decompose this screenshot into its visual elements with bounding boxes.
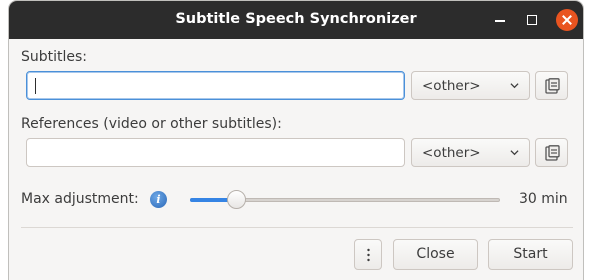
text-caret	[35, 78, 36, 94]
close-button[interactable]: Close	[393, 239, 478, 270]
references-browse-button[interactable]	[535, 138, 568, 167]
max-adjustment-label: Max adjustment:	[21, 191, 139, 207]
references-label: References (video or other subtitles):	[21, 116, 282, 132]
subtitles-format-value: <other>	[422, 78, 481, 94]
references-file-input[interactable]	[26, 138, 405, 167]
maximize-icon[interactable]	[521, 9, 543, 31]
start-button[interactable]: Start	[488, 239, 573, 270]
chevron-down-icon	[510, 83, 519, 89]
slider-handle[interactable]	[227, 190, 246, 209]
more-options-button[interactable]	[354, 239, 382, 270]
close-icon[interactable]	[556, 9, 578, 31]
subtitles-label: Subtitles:	[21, 49, 88, 65]
vertical-dots-icon	[367, 248, 370, 262]
footer-separator	[21, 227, 573, 228]
title-bar: Subtitle Speech Synchronizer	[9, 1, 583, 39]
minimize-icon[interactable]	[489, 9, 511, 31]
info-icon[interactable]: i	[150, 191, 167, 208]
max-adjustment-value: 30 min	[519, 191, 568, 207]
subtitles-file-input[interactable]	[26, 71, 405, 100]
file-browse-icon	[545, 78, 560, 94]
subtitles-browse-button[interactable]	[535, 71, 568, 100]
chevron-down-icon	[510, 150, 519, 156]
file-browse-icon	[545, 145, 560, 161]
references-format-select[interactable]: <other>	[411, 138, 530, 167]
subtitles-format-select[interactable]: <other>	[411, 71, 530, 100]
app-window: Subtitle Speech Synchronizer Subtitles: …	[8, 0, 584, 280]
references-format-value: <other>	[422, 145, 481, 161]
